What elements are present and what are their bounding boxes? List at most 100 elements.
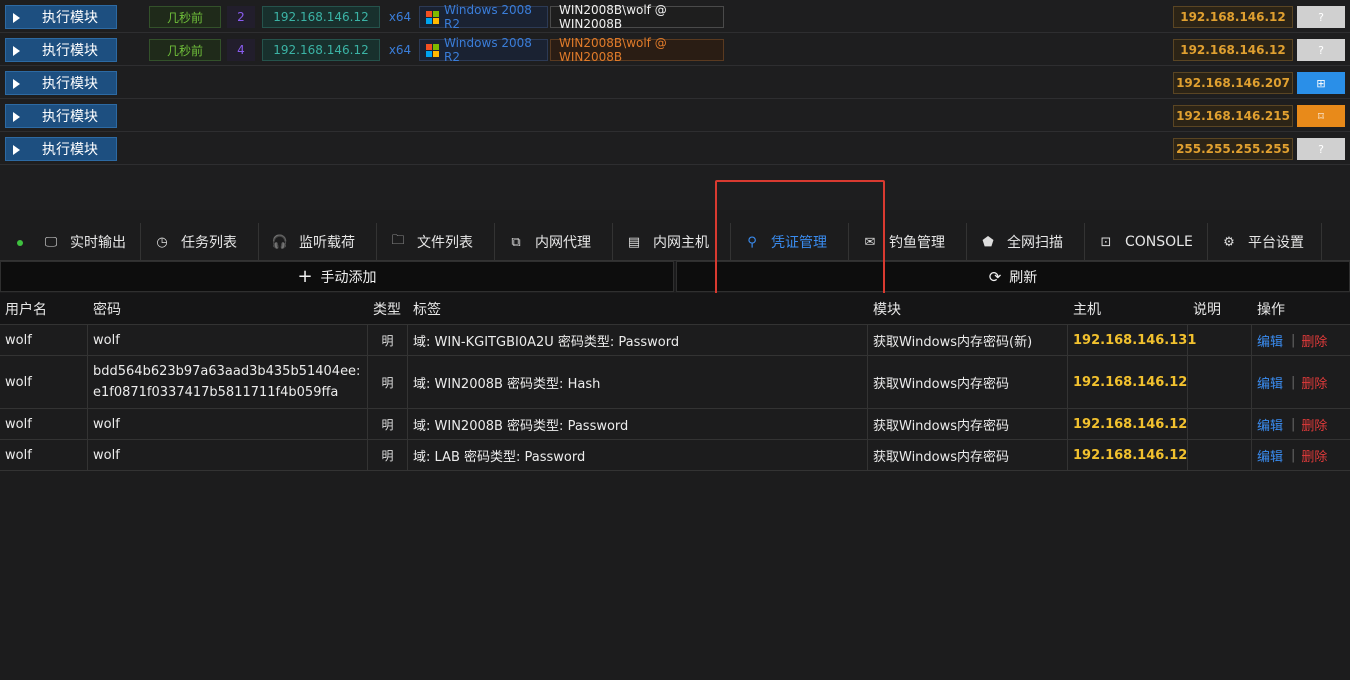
- edit-link[interactable]: 编辑: [1257, 331, 1283, 350]
- cell-type: 明: [368, 356, 408, 408]
- execute-module-button[interactable]: 执行模块: [5, 137, 117, 161]
- session-number-badge: 4: [227, 39, 255, 61]
- session-list: 执行模块 几秒前 2 192.168.146.12 x64 Windows 2008 R2…: [0, 0, 1350, 210]
- execute-module-button[interactable]: 执行模块: [5, 5, 117, 29]
- cell-username: wolf: [0, 325, 88, 355]
- execute-module-button[interactable]: 执行模块: [5, 38, 117, 62]
- tab-label: 平台设置: [1248, 235, 1304, 251]
- header-password: 密码: [93, 302, 121, 318]
- delete-link[interactable]: 删除: [1301, 415, 1327, 434]
- ops-separator: |: [1291, 374, 1296, 390]
- cell-note: [1188, 325, 1252, 355]
- manual-add-button[interactable]: + 手动添加: [0, 261, 674, 292]
- tab-console[interactable]: ⊡ CONSOLE: [1085, 223, 1208, 261]
- host-os-icon[interactable]: ?: [1297, 6, 1345, 28]
- tab-realtime-output[interactable]: 🖵 实时输出: [30, 223, 141, 261]
- host-ip-badge: 192.168.146.207: [1173, 72, 1293, 94]
- play-icon: [13, 79, 20, 89]
- tab-listener-payload[interactable]: 🎧 监听载荷: [259, 223, 377, 261]
- delete-link[interactable]: 删除: [1301, 373, 1327, 392]
- host-os-icon[interactable]: ?: [1297, 138, 1345, 160]
- ops-separator: |: [1291, 332, 1296, 348]
- tab-label: 文件列表: [417, 235, 473, 251]
- windows-icon: [426, 43, 439, 57]
- refresh-button[interactable]: ⟳ 刷新: [676, 261, 1350, 292]
- status-dot: [17, 240, 23, 246]
- host-ip-badge: 255.255.255.255: [1173, 138, 1293, 160]
- cell-ops: 编辑 | 删除: [1252, 356, 1350, 408]
- cell-note: [1188, 356, 1252, 408]
- cell-host: 192.168.146.12: [1068, 409, 1188, 439]
- tab-label: 全网扫描: [1007, 235, 1063, 251]
- delete-link[interactable]: 删除: [1301, 331, 1327, 350]
- host-os-icon[interactable]: ?: [1297, 39, 1345, 61]
- edit-link[interactable]: 编辑: [1257, 373, 1283, 392]
- tab-label: 钓鱼管理: [889, 235, 945, 251]
- tab-file-list[interactable]: 🗀 文件列表: [377, 223, 495, 261]
- edit-link[interactable]: 编辑: [1257, 446, 1283, 465]
- session-arch-badge: x64: [388, 10, 412, 24]
- execute-module-label: 执行模块: [42, 10, 98, 26]
- tab-platform-settings[interactable]: ⚙ 平台设置: [1208, 223, 1322, 261]
- execute-module-label: 执行模块: [42, 142, 98, 158]
- intranet-host-icon: ▤: [627, 234, 641, 250]
- cell-tag: 域: LAB 密码类型: Password: [408, 440, 868, 470]
- cell-tag: 域: WIN-KGITGBI0A2U 密码类型: Password: [408, 325, 868, 355]
- header-host: 主机: [1073, 302, 1101, 318]
- cell-host: 192.168.146.131: [1068, 325, 1196, 355]
- cell-note: [1188, 440, 1252, 470]
- header-type: 类型: [373, 302, 401, 318]
- host-os-icon[interactable]: ⌑: [1297, 105, 1345, 127]
- session-time-badge: 几秒前: [149, 6, 221, 28]
- execute-module-button[interactable]: 执行模块: [5, 71, 117, 95]
- execute-module-label: 执行模块: [42, 76, 98, 92]
- refresh-icon: ⟳: [988, 267, 1002, 286]
- session-os-label: Windows 2008 R2: [444, 36, 532, 64]
- plus-icon: +: [297, 265, 313, 287]
- delete-link[interactable]: 删除: [1301, 446, 1327, 465]
- network-scan-icon: ⬟: [982, 234, 994, 250]
- tab-network-scan[interactable]: ⬟ 全网扫描: [967, 223, 1085, 261]
- tab-label: 任务列表: [181, 235, 237, 251]
- cell-host: 192.168.146.12: [1068, 356, 1188, 408]
- tab-task-list[interactable]: ◷ 任务列表: [141, 223, 259, 261]
- tab-intranet-host[interactable]: ▤ 内网主机: [613, 223, 731, 261]
- table-header: 用户名 密码 类型 标签 模块 主机 说明 操作: [0, 293, 1350, 325]
- action-bar: + 手动添加 ⟳ 刷新: [0, 261, 1350, 293]
- session-row: 执行模块 192.168.146.215 ⌑: [0, 99, 1350, 132]
- header-ops: 操作: [1257, 302, 1285, 318]
- cell-ops: 编辑 | 删除: [1252, 325, 1350, 355]
- host-ip-badge: 192.168.146.12: [1173, 39, 1293, 61]
- host-ip-badge: 192.168.146.215: [1173, 105, 1293, 127]
- cell-password: wolf: [88, 440, 368, 470]
- tab-label: 内网代理: [535, 235, 591, 251]
- file-list-icon: 🗀: [391, 233, 405, 248]
- cell-host: 192.168.146.12: [1068, 440, 1188, 470]
- windows-icon: [426, 10, 439, 24]
- edit-link[interactable]: 编辑: [1257, 415, 1283, 434]
- credential-management-icon: ⚲: [747, 234, 757, 250]
- task-list-icon: ◷: [156, 234, 168, 250]
- intranet-proxy-icon: ⧉: [511, 234, 521, 250]
- cell-type: 明: [368, 325, 408, 355]
- execute-module-label: 执行模块: [42, 109, 98, 125]
- refresh-label: 刷新: [1009, 269, 1038, 286]
- header-tag: 标签: [413, 302, 441, 318]
- listener-payload-icon: 🎧: [271, 234, 289, 250]
- tab-label: CONSOLE: [1125, 234, 1193, 250]
- cell-password: wolf: [88, 325, 368, 355]
- play-icon: [13, 112, 20, 122]
- tab-credential-management[interactable]: ⚲ 凭证管理: [731, 223, 849, 261]
- execute-module-button[interactable]: 执行模块: [5, 104, 117, 128]
- cell-type: 明: [368, 409, 408, 439]
- manual-add-label: 手动添加: [320, 269, 377, 286]
- session-time-badge: 几秒前: [149, 39, 221, 61]
- session-os-label: Windows 2008 R2: [444, 3, 532, 31]
- tab-intranet-proxy[interactable]: ⧉ 内网代理: [495, 223, 613, 261]
- tab-phishing-management[interactable]: ✉ 钓鱼管理: [849, 223, 967, 261]
- cell-password: bdd564b623b97a63aad3b435b51404ee:e1f0871…: [88, 356, 368, 408]
- header-note: 说明: [1193, 302, 1221, 318]
- play-icon: [13, 13, 20, 23]
- host-os-icon[interactable]: ⊞: [1297, 72, 1345, 94]
- session-user-badge: WIN2008B\wolf @ WIN2008B: [550, 36, 724, 64]
